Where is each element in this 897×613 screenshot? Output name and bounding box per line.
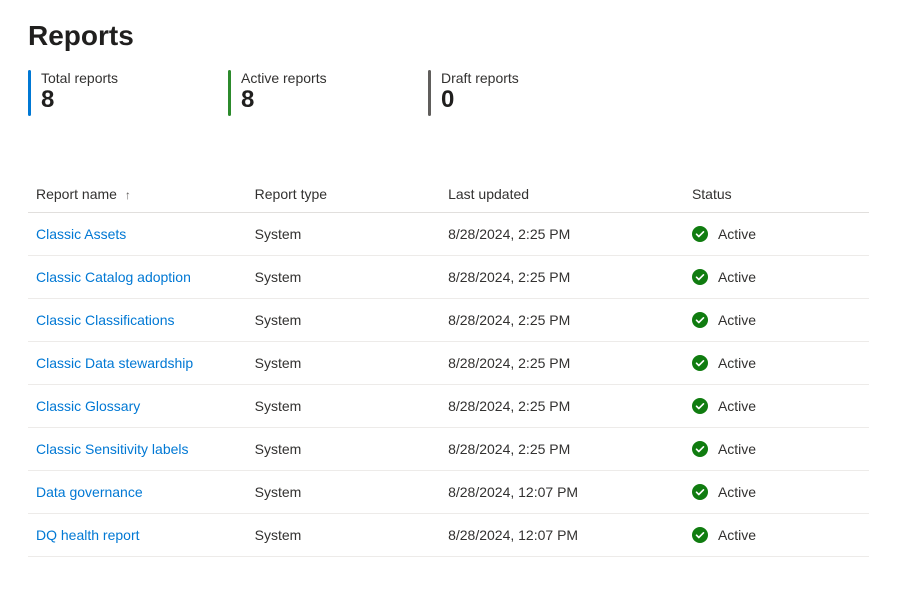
status-label: Active: [718, 226, 756, 242]
table-row: DQ health report System8/28/2024, 12:07 P…: [28, 514, 869, 557]
column-header-status[interactable]: Status: [684, 176, 869, 213]
status-label: Active: [718, 441, 756, 457]
table-row: Data governance System8/28/2024, 12:07 PM…: [28, 471, 869, 514]
report-type: System: [247, 256, 440, 299]
report-updated: 8/28/2024, 2:25 PM: [440, 342, 684, 385]
checkmark-circle-icon: [692, 355, 708, 371]
report-updated: 8/28/2024, 2:25 PM: [440, 428, 684, 471]
status-label: Active: [718, 398, 756, 414]
column-header-name-label: Report name: [36, 186, 117, 202]
metric-total-label: Total reports: [41, 70, 118, 86]
column-header-updated[interactable]: Last updated: [440, 176, 684, 213]
report-type: System: [247, 471, 440, 514]
report-link[interactable]: DQ health report: [36, 527, 140, 543]
report-link[interactable]: Classic Data stewardship: [36, 355, 193, 371]
status-cell: Active: [692, 527, 861, 543]
checkmark-circle-icon: [692, 398, 708, 414]
checkmark-circle-icon: [692, 527, 708, 543]
report-updated: 8/28/2024, 2:25 PM: [440, 213, 684, 256]
reports-table: Report name ↑ Report type Last updated S…: [28, 176, 869, 557]
report-type: System: [247, 514, 440, 557]
report-link[interactable]: Classic Catalog adoption: [36, 269, 191, 285]
status-label: Active: [718, 269, 756, 285]
status-cell: Active: [692, 398, 861, 414]
metrics-row: Total reports 8 Active reports 8 Draft r…: [28, 70, 869, 116]
checkmark-circle-icon: [692, 484, 708, 500]
metric-active-value: 8: [241, 86, 327, 115]
table-row: Classic Sensitivity labels System8/28/202…: [28, 428, 869, 471]
metric-active-label: Active reports: [241, 70, 327, 86]
status-cell: Active: [692, 355, 861, 371]
table-row: Classic Glossary System8/28/2024, 2:25 PM…: [28, 385, 869, 428]
table-row: Classic Data stewardship System8/28/2024,…: [28, 342, 869, 385]
report-link[interactable]: Classic Glossary: [36, 398, 140, 414]
column-header-name[interactable]: Report name ↑: [28, 176, 247, 213]
status-cell: Active: [692, 441, 861, 457]
metric-draft-label: Draft reports: [441, 70, 519, 86]
metric-draft-value: 0: [441, 86, 519, 115]
status-cell: Active: [692, 226, 861, 242]
checkmark-circle-icon: [692, 226, 708, 242]
report-link[interactable]: Classic Assets: [36, 226, 126, 242]
status-label: Active: [718, 355, 756, 371]
status-cell: Active: [692, 269, 861, 285]
checkmark-circle-icon: [692, 312, 708, 328]
status-cell: Active: [692, 312, 861, 328]
status-label: Active: [718, 484, 756, 500]
metric-draft: Draft reports 0: [428, 70, 628, 116]
report-link[interactable]: Classic Sensitivity labels: [36, 441, 189, 457]
report-type: System: [247, 428, 440, 471]
status-label: Active: [718, 527, 756, 543]
checkmark-circle-icon: [692, 269, 708, 285]
checkmark-circle-icon: [692, 441, 708, 457]
report-link[interactable]: Data governance: [36, 484, 143, 500]
report-updated: 8/28/2024, 2:25 PM: [440, 256, 684, 299]
report-type: System: [247, 385, 440, 428]
report-type: System: [247, 299, 440, 342]
table-row: Classic Classifications System8/28/2024, …: [28, 299, 869, 342]
status-label: Active: [718, 312, 756, 328]
sort-ascending-icon: ↑: [125, 188, 131, 202]
metric-bar-draft: [428, 70, 431, 116]
table-row: Classic Catalog adoption System8/28/2024,…: [28, 256, 869, 299]
report-updated: 8/28/2024, 2:25 PM: [440, 299, 684, 342]
metric-bar-total: [28, 70, 31, 116]
metric-total-value: 8: [41, 86, 118, 115]
metric-active: Active reports 8: [228, 70, 428, 116]
page-title: Reports: [28, 20, 869, 52]
report-updated: 8/28/2024, 12:07 PM: [440, 514, 684, 557]
report-updated: 8/28/2024, 12:07 PM: [440, 471, 684, 514]
report-updated: 8/28/2024, 2:25 PM: [440, 385, 684, 428]
table-row: Classic Assets System8/28/2024, 2:25 PM Ac…: [28, 213, 869, 256]
metric-bar-active: [228, 70, 231, 116]
column-header-type[interactable]: Report type: [247, 176, 440, 213]
report-link[interactable]: Classic Classifications: [36, 312, 174, 328]
report-type: System: [247, 213, 440, 256]
report-type: System: [247, 342, 440, 385]
status-cell: Active: [692, 484, 861, 500]
metric-total: Total reports 8: [28, 70, 228, 116]
